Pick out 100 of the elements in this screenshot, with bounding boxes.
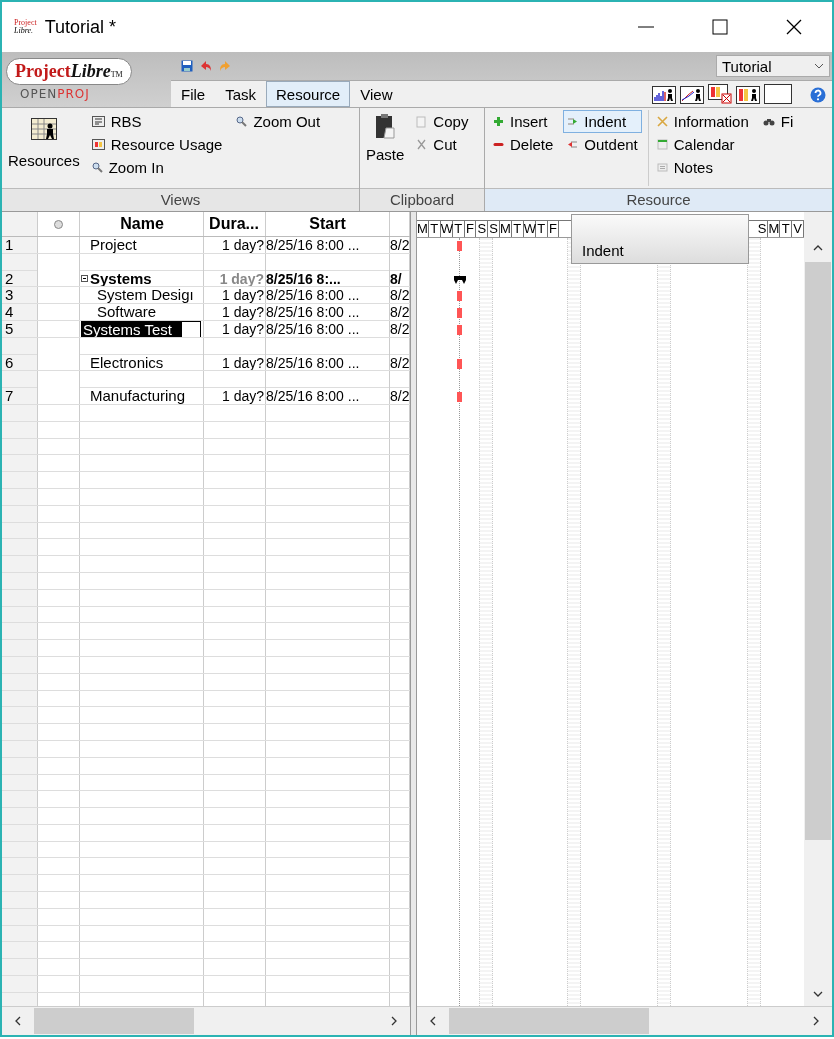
logo-text: Libre. <box>14 27 34 35</box>
maximize-icon[interactable] <box>712 19 728 35</box>
task-name[interactable]: Software <box>81 304 159 320</box>
task-bar[interactable] <box>457 291 462 302</box>
minus-icon <box>493 142 504 147</box>
column-header[interactable]: Start <box>266 212 390 236</box>
row-number[interactable]: 3 <box>2 287 38 304</box>
resources-button[interactable]: Resources <box>6 110 82 186</box>
menu-tab[interactable]: Resource <box>266 81 351 107</box>
row-header-cell[interactable] <box>2 976 38 992</box>
help-icon[interactable] <box>810 87 826 103</box>
row-header-cell[interactable] <box>2 724 38 740</box>
row-header-cell[interactable] <box>2 959 38 976</box>
minimize-icon[interactable] <box>638 26 654 28</box>
row-header-cell[interactable] <box>2 942 38 959</box>
menu-tab[interactable]: File <box>171 81 216 107</box>
menu-tab[interactable]: View <box>350 81 403 107</box>
ribbon-button[interactable]: Cut <box>412 133 473 156</box>
horizontal-scrollbar[interactable] <box>2 1006 410 1035</box>
row-header-cell[interactable] <box>2 556 38 572</box>
row-number[interactable]: 2 <box>2 253 38 287</box>
chevron-right-icon[interactable] <box>390 1016 398 1026</box>
task-bar[interactable] <box>457 308 462 319</box>
magnifier-icon <box>91 162 103 173</box>
row-number[interactable]: 7 <box>2 371 38 404</box>
row-header-cell[interactable] <box>2 892 38 908</box>
ribbon-button[interactable]: Insert <box>489 110 558 133</box>
collapse-icon[interactable] <box>81 275 88 283</box>
row-header-cell[interactable] <box>2 791 38 808</box>
line-chart-person-icon[interactable] <box>680 86 704 104</box>
row-header-cell[interactable] <box>2 623 38 640</box>
row-number[interactable]: 6 <box>2 337 38 371</box>
tooltip: Indent <box>571 214 749 264</box>
undo-icon[interactable] <box>200 60 212 72</box>
chevron-down-icon[interactable] <box>813 990 823 998</box>
ribbon-button[interactable]: Fi <box>758 110 798 133</box>
ribbon-button[interactable]: Copy <box>412 110 473 133</box>
chevron-right-icon[interactable] <box>812 1016 820 1026</box>
row-header-cell[interactable] <box>2 707 38 724</box>
ribbon-button[interactable]: Outdent <box>563 133 642 156</box>
ribbon-button[interactable]: Zoom In <box>87 156 227 179</box>
ribbon-button[interactable]: Notes <box>652 156 753 179</box>
task-name[interactable]: System Desigı <box>81 287 196 304</box>
chevron-left-icon[interactable] <box>14 1016 22 1026</box>
grid-chart-icon <box>91 139 105 150</box>
paste-button[interactable]: Paste <box>364 110 407 186</box>
day-label: T <box>428 221 441 237</box>
duration-cell: 1 day? <box>204 237 266 253</box>
group-label: Clipboard <box>360 188 484 211</box>
task-name[interactable]: Systems <box>81 270 154 287</box>
ribbon-button[interactable]: RBS <box>87 110 227 133</box>
table-person-icon[interactable] <box>736 86 760 104</box>
clipboard-icon <box>374 114 397 140</box>
row-header-cell[interactable] <box>2 858 38 875</box>
day-label: W <box>523 221 536 237</box>
summary-bar[interactable] <box>454 275 466 284</box>
row-header-cell[interactable] <box>2 808 38 824</box>
column-header[interactable]: Dura... <box>204 212 266 236</box>
ribbon-button[interactable]: Information <box>652 110 753 133</box>
chevron-left-icon[interactable] <box>429 1016 437 1026</box>
ribbon-button[interactable]: Calendar <box>652 133 753 156</box>
binoculars-icon <box>762 117 775 126</box>
vertical-scrollbar[interactable] <box>804 212 832 1006</box>
day-label: T <box>535 221 548 237</box>
group-label: Views <box>2 188 359 211</box>
duration-cell: 1 day? <box>204 371 266 404</box>
ribbon-button[interactable]: Resource Usage <box>87 133 227 156</box>
row-header-cell[interactable] <box>2 875 38 892</box>
column-header[interactable]: Name <box>80 212 204 236</box>
horizontal-scrollbar[interactable] <box>417 1006 832 1035</box>
row-number[interactable]: 4 <box>2 304 38 320</box>
outdent-arrow-icon <box>567 139 579 150</box>
task-name[interactable]: Project <box>81 237 139 253</box>
day-label: M <box>417 221 429 237</box>
ribbon-button[interactable]: Delete <box>489 133 558 156</box>
task-bar[interactable] <box>457 358 462 369</box>
save-icon[interactable] <box>181 60 193 72</box>
row-number[interactable]: 1 <box>2 237 38 253</box>
table-delete-icon[interactable] <box>708 84 732 104</box>
row-header-cell[interactable] <box>2 455 38 472</box>
task-name[interactable]: Electronics <box>81 354 166 371</box>
close-icon[interactable] <box>786 19 802 35</box>
corner-header-cell[interactable] <box>2 212 38 236</box>
row-header-cell[interactable] <box>2 539 38 556</box>
task-name[interactable]: Manufacturing <box>81 388 188 404</box>
pane-splitter[interactable] <box>410 212 417 1035</box>
project-dropdown[interactable]: Tutorial <box>716 55 830 77</box>
day-label: T <box>511 221 524 237</box>
day-label: T <box>780 221 793 237</box>
chevron-up-icon[interactable] <box>813 244 823 252</box>
app-logo: ProjectLibreTM <box>6 58 132 85</box>
task-bar[interactable] <box>457 392 462 403</box>
ribbon-button[interactable]: Zoom Out <box>232 110 325 133</box>
row-header-cell[interactable] <box>2 472 38 488</box>
row-header-cell[interactable] <box>2 640 38 656</box>
bar-chart-person-icon[interactable] <box>652 86 676 104</box>
menu-tab[interactable]: Task <box>215 81 266 107</box>
redo-icon[interactable] <box>219 60 231 72</box>
ribbon-button[interactable]: Indent <box>563 110 642 133</box>
empty-toolbar-button[interactable] <box>764 84 792 104</box>
